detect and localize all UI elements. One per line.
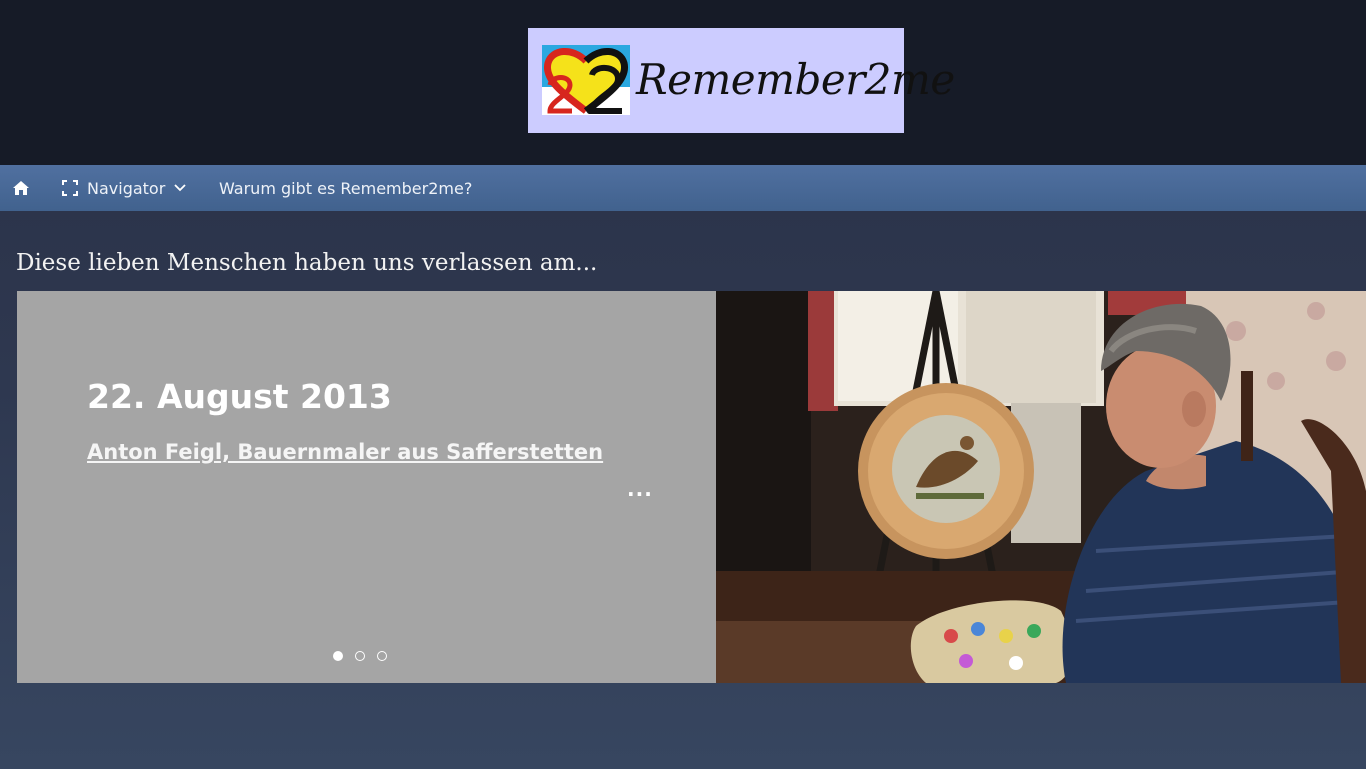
section-title: Diese lieben Menschen haben uns verlasse… <box>16 250 598 276</box>
logo-text: Remember2me <box>636 55 955 104</box>
slider-dots <box>333 651 387 661</box>
slide-more-button[interactable]: ... <box>627 477 653 501</box>
slide-date: 22. August 2013 <box>87 377 392 416</box>
slide-photo <box>716 291 1366 683</box>
top-header: Remember2me <box>0 0 1366 165</box>
main-navbar: Navigator Warum gibt es Remember2me? <box>0 165 1366 211</box>
home-icon <box>13 181 29 195</box>
slider-dot-1[interactable] <box>333 651 343 661</box>
expand-icon <box>62 180 78 196</box>
chevron-down-icon <box>174 184 186 192</box>
memorial-slider: 22. August 2013 Anton Feigl, Bauernmaler… <box>17 291 1366 683</box>
heart-logo-icon <box>542 45 630 115</box>
nav-home-button[interactable] <box>11 178 31 198</box>
slider-dot-2[interactable] <box>355 651 365 661</box>
nav-navigator-dropdown[interactable]: Navigator <box>62 165 186 211</box>
slide-text-panel: 22. August 2013 Anton Feigl, Bauernmaler… <box>17 291 716 683</box>
slider-dot-3[interactable] <box>377 651 387 661</box>
photo-image <box>716 291 1366 683</box>
nav-navigator-label: Navigator <box>87 178 166 198</box>
nav-why-link[interactable]: Warum gibt es Remember2me? <box>219 165 472 211</box>
slide-person-link[interactable]: Anton Feigl, Bauernmaler aus Safferstett… <box>87 440 603 464</box>
site-logo[interactable]: Remember2me <box>528 28 955 133</box>
